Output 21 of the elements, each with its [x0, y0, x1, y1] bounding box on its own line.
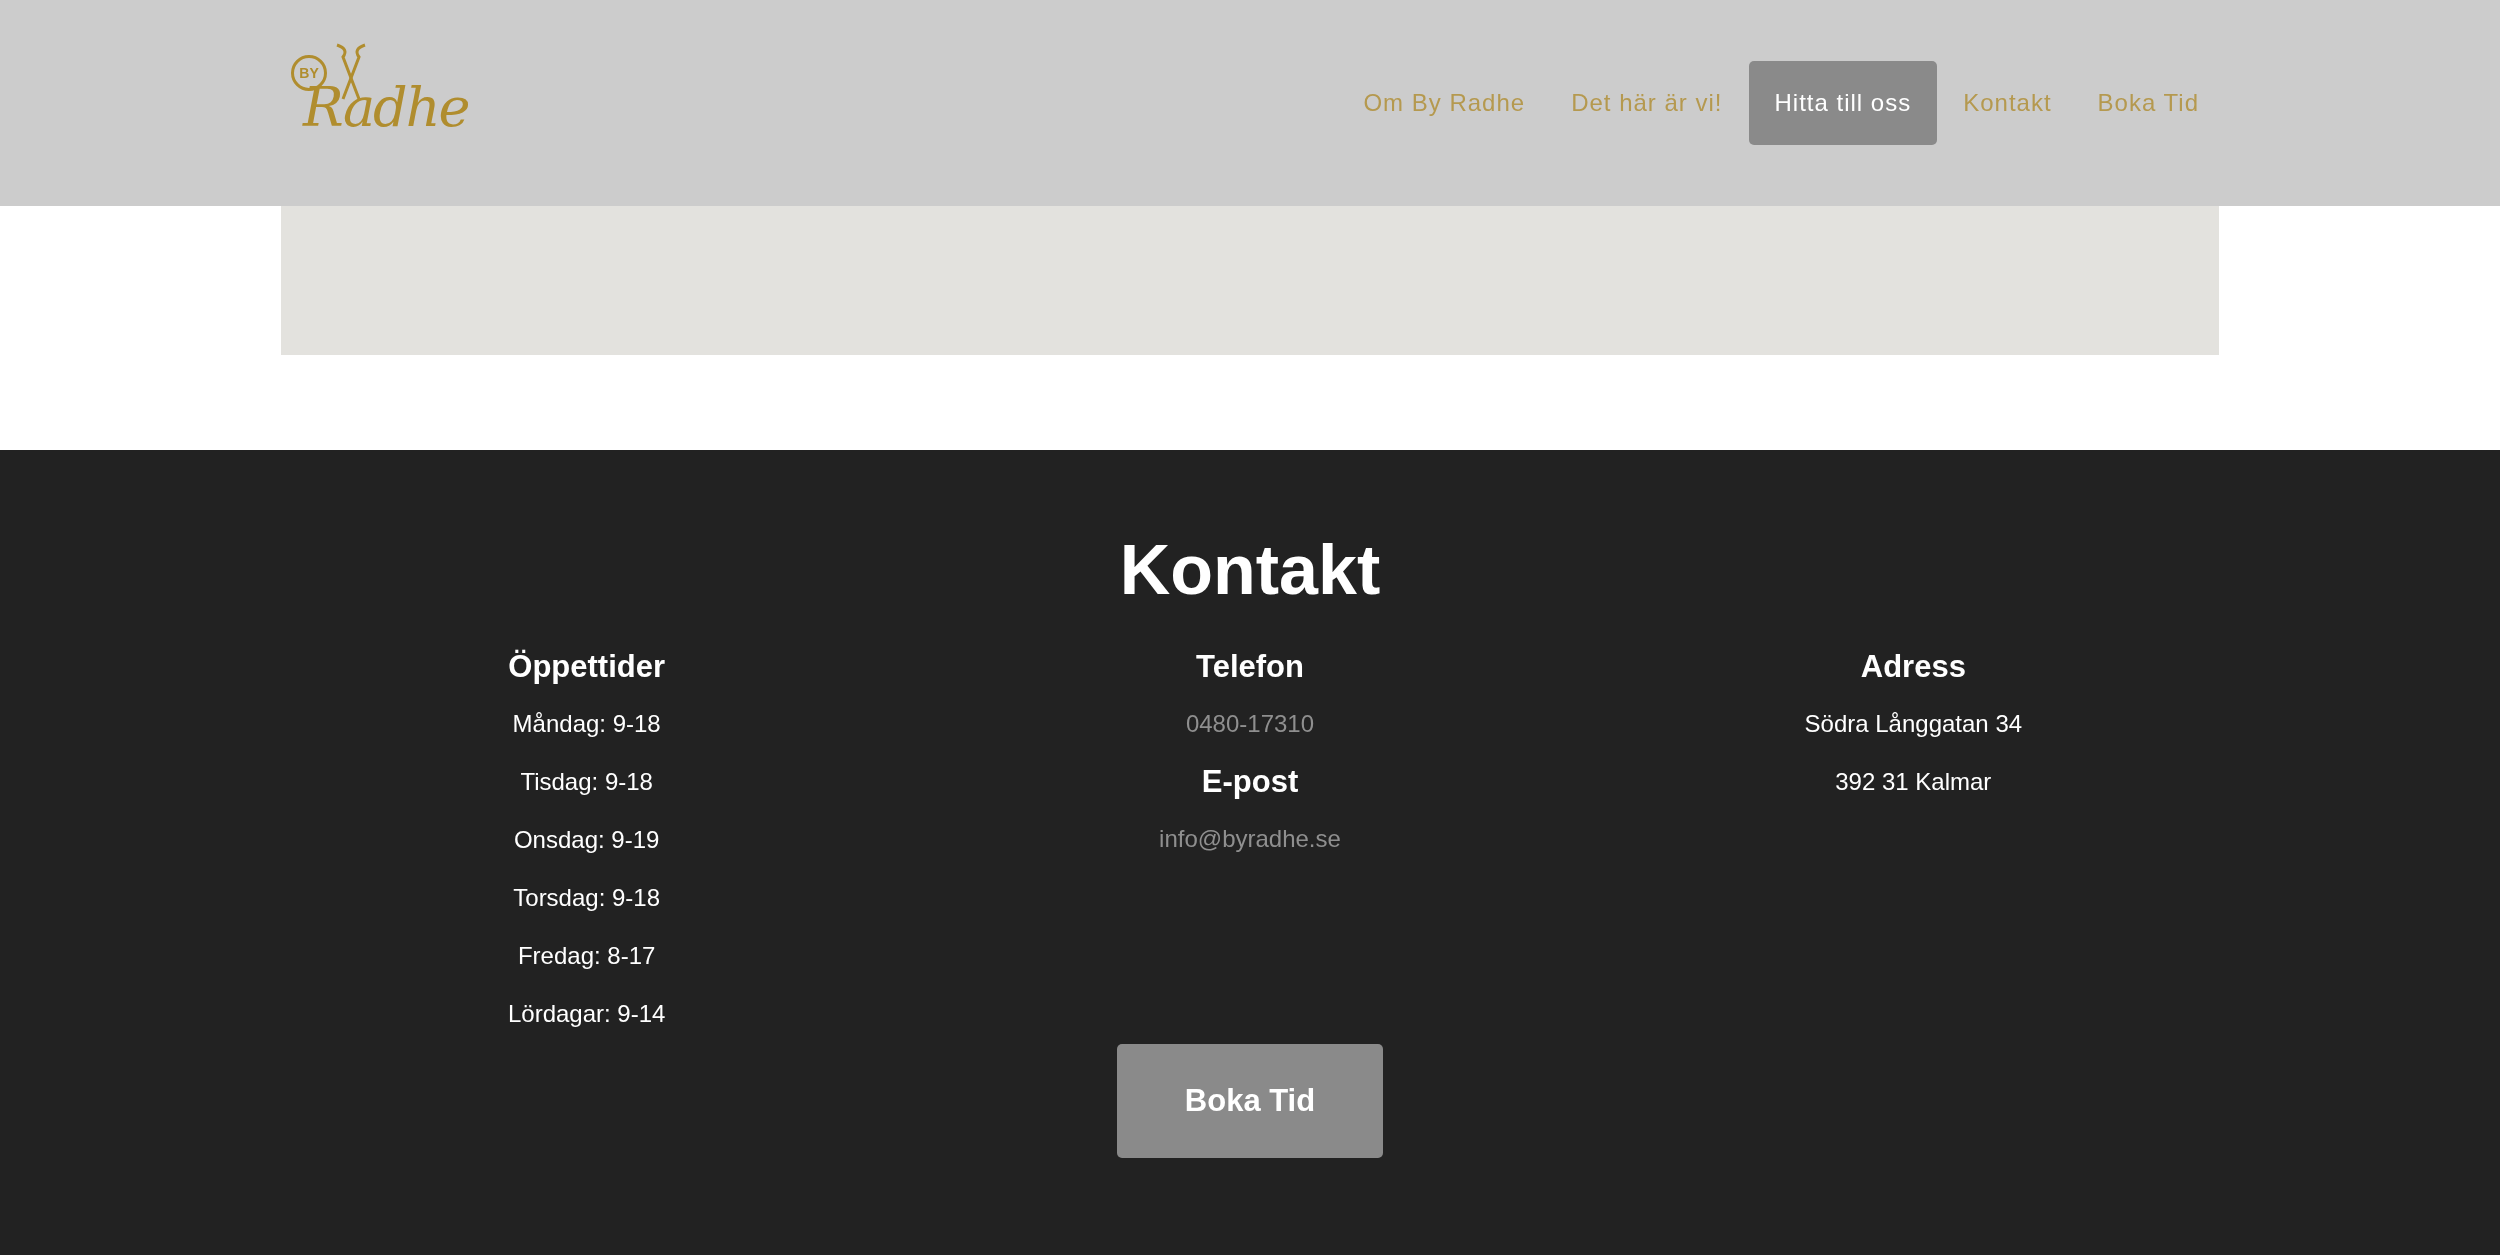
nav-link[interactable]: Det här är vi!: [1551, 61, 1743, 145]
info-text: Tisdag: 9-18: [520, 770, 653, 797]
column-heading: Öppettider: [508, 647, 666, 685]
info-text: Södra Långgatan 34: [1804, 712, 2023, 739]
column-heading: E-post: [1201, 762, 1299, 800]
contact-link[interactable]: info@byradhe.se: [1159, 827, 1341, 857]
nav-link[interactable]: Hitta till oss: [1748, 61, 1938, 145]
nav-link[interactable]: Om By Radhe: [1343, 61, 1546, 145]
contact-link[interactable]: 0480-17310: [1185, 712, 1315, 742]
info-text: Onsdag: 9-19: [513, 828, 660, 855]
info-text: 392 31 Kalmar: [1835, 770, 1992, 797]
book-button[interactable]: Boka Tid: [1117, 1044, 1383, 1158]
column-heading: Adress: [1860, 647, 1966, 685]
nav-link[interactable]: Boka Tid: [2077, 61, 2219, 145]
info-text: Torsdag: 9-18: [513, 886, 661, 913]
info-text: Fredag: 8-17: [517, 944, 656, 971]
info-text: Måndag: 9-18: [512, 712, 661, 739]
section-heading: Kontakt: [1119, 535, 1381, 605]
nav-link[interactable]: Kontakt: [1943, 61, 2072, 145]
info-text: Lördagar: 9-14: [507, 1002, 666, 1029]
column-heading: Telefon: [1196, 647, 1304, 685]
